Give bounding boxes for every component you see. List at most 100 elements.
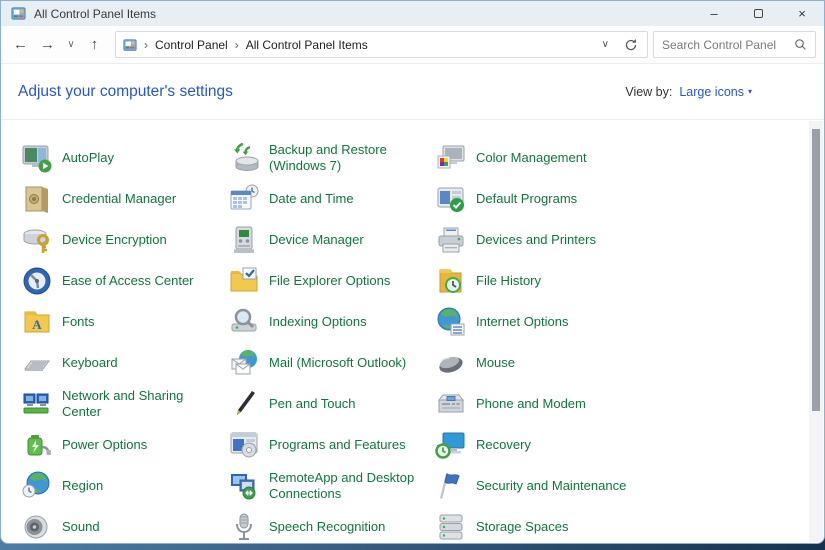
- forward-icon: →: [40, 36, 55, 53]
- backup-restore-icon: [228, 142, 260, 174]
- power-options-icon: [21, 429, 53, 461]
- control-panel-item[interactable]: Credential Manager: [21, 183, 228, 215]
- control-panel-item[interactable]: Keyboard: [21, 347, 228, 379]
- control-panel-item[interactable]: Pen and Touch: [228, 388, 435, 420]
- phone-and-modem-icon: [435, 388, 467, 420]
- programs-and-features-icon: [228, 429, 260, 461]
- breadcrumb-separator: ›: [144, 38, 148, 52]
- item-label: Phone and Modem: [476, 396, 586, 412]
- control-panel-item[interactable]: Mail (Microsoft Outlook): [228, 347, 435, 379]
- control-panel-item[interactable]: Programs and Features: [228, 429, 435, 461]
- control-panel-item[interactable]: Recovery: [435, 429, 824, 461]
- control-panel-item[interactable]: File History: [435, 265, 824, 297]
- view-by-label: View by:: [625, 85, 672, 99]
- control-panel-item[interactable]: Indexing Options: [228, 306, 435, 338]
- item-label: RemoteApp and Desktop Connections: [269, 470, 429, 502]
- search-input[interactable]: [662, 38, 790, 52]
- item-label: Date and Time: [269, 191, 354, 207]
- security-maintenance-icon: [435, 470, 467, 502]
- vertical-scrollbar[interactable]: [809, 121, 823, 542]
- control-panel-item[interactable]: Backup and Restore (Windows 7): [228, 142, 435, 174]
- titlebar: All Control Panel Items – ×: [1, 1, 824, 26]
- control-panel-item[interactable]: AutoPlay: [21, 142, 228, 174]
- control-panel-item[interactable]: Security and Maintenance: [435, 470, 824, 502]
- item-label: Recovery: [476, 437, 531, 453]
- item-label: Mail (Microsoft Outlook): [269, 355, 406, 371]
- control-panel-item[interactable]: Internet Options: [435, 306, 824, 338]
- minimize-button[interactable]: –: [692, 1, 736, 26]
- item-label: Security and Maintenance: [476, 478, 626, 494]
- recovery-icon: [435, 429, 467, 461]
- credential-manager-icon: [21, 183, 53, 215]
- device-encryption-icon: [21, 224, 53, 256]
- control-panel-item[interactable]: Phone and Modem: [435, 388, 824, 420]
- control-panel-item[interactable]: Region: [21, 470, 228, 502]
- breadcrumb-all-items[interactable]: All Control Panel Items: [246, 38, 368, 52]
- view-by-dropdown[interactable]: Large icons ▾: [679, 85, 752, 99]
- address-dropdown-button[interactable]: ∨: [596, 39, 615, 50]
- item-label: File History: [476, 273, 541, 289]
- item-label: Region: [62, 478, 103, 494]
- window-controls: – ×: [692, 1, 824, 26]
- control-panel-item[interactable]: Storage Spaces: [435, 511, 824, 543]
- control-panel-item[interactable]: Ease of Access Center: [21, 265, 228, 297]
- item-label: Programs and Features: [269, 437, 406, 453]
- file-explorer-options-icon: [228, 265, 260, 297]
- sound-icon: [21, 511, 53, 543]
- breadcrumb-control-panel[interactable]: Control Panel: [155, 38, 228, 52]
- pen-and-touch-icon: [228, 388, 260, 420]
- control-panel-item[interactable]: Default Programs: [435, 183, 824, 215]
- network-sharing-icon: [21, 388, 53, 420]
- item-label: Ease of Access Center: [62, 273, 194, 289]
- recent-locations-button[interactable]: ∨: [61, 31, 81, 58]
- minimize-icon: –: [710, 6, 717, 21]
- file-history-icon: [435, 265, 467, 297]
- control-panel-item[interactable]: Network and Sharing Center: [21, 388, 228, 420]
- control-panel-window: All Control Panel Items – × ← → ∨ ↑ › Co…: [0, 0, 825, 544]
- chevron-down-icon: ∨: [67, 39, 74, 50]
- remoteapp-icon: [228, 470, 260, 502]
- address-bar[interactable]: › Control Panel › All Control Panel Item…: [115, 31, 648, 58]
- region-icon: [21, 470, 53, 502]
- control-panel-item[interactable]: Date and Time: [228, 183, 435, 215]
- item-label: Keyboard: [62, 355, 118, 371]
- page-title: Adjust your computer's settings: [18, 83, 233, 101]
- refresh-icon: [624, 38, 638, 52]
- control-panel-item[interactable]: Speech Recognition: [228, 511, 435, 543]
- indexing-options-icon: [228, 306, 260, 338]
- close-button[interactable]: ×: [780, 1, 824, 26]
- control-panel-item[interactable]: Devices and Printers: [435, 224, 824, 256]
- default-programs-icon: [435, 183, 467, 215]
- maximize-button[interactable]: [736, 1, 780, 26]
- scrollbar-thumb[interactable]: [812, 129, 820, 411]
- maximize-icon: [754, 9, 763, 18]
- item-label: Device Encryption: [62, 232, 167, 248]
- control-panel-icon: [123, 38, 137, 52]
- up-button[interactable]: ↑: [81, 31, 108, 58]
- forward-button[interactable]: →: [34, 31, 61, 58]
- control-panel-item[interactable]: Color Management: [435, 142, 824, 174]
- control-panel-item[interactable]: Mouse: [435, 347, 824, 379]
- search-box: [653, 31, 816, 58]
- control-panel-item[interactable]: AFonts: [21, 306, 228, 338]
- item-label: AutoPlay: [62, 150, 114, 166]
- item-label: Backup and Restore (Windows 7): [269, 142, 429, 174]
- control-panel-item[interactable]: Device Manager: [228, 224, 435, 256]
- control-panel-item[interactable]: Sound: [21, 511, 228, 543]
- search-icon[interactable]: [794, 38, 807, 51]
- back-button[interactable]: ←: [7, 31, 34, 58]
- chevron-down-icon: ∨: [602, 39, 609, 50]
- item-label: Devices and Printers: [476, 232, 596, 248]
- control-panel-item[interactable]: RemoteApp and Desktop Connections: [228, 470, 435, 502]
- view-by-control: View by: Large icons ▾: [625, 85, 752, 99]
- control-panel-item[interactable]: File Explorer Options: [228, 265, 435, 297]
- control-panel-item[interactable]: Device Encryption: [21, 224, 228, 256]
- item-label: Device Manager: [269, 232, 364, 248]
- item-label: File Explorer Options: [269, 273, 390, 289]
- color-management-icon: [435, 142, 467, 174]
- navigation-toolbar: ← → ∨ ↑ › Control Panel › All Control Pa…: [1, 26, 824, 64]
- item-label: Credential Manager: [62, 191, 176, 207]
- storage-spaces-icon: [435, 511, 467, 543]
- refresh-button[interactable]: [622, 38, 640, 52]
- control-panel-item[interactable]: Power Options: [21, 429, 228, 461]
